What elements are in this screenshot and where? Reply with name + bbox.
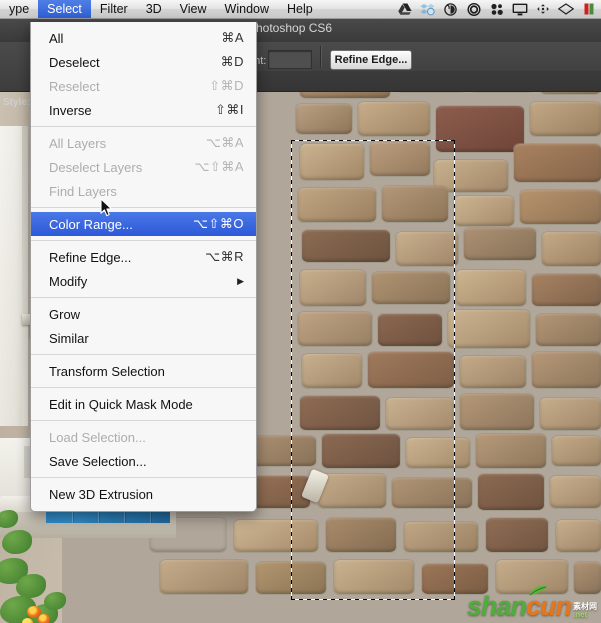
menu-item-label: Refine Edge... — [49, 250, 191, 265]
menu-item-find-layers: Find Layers — [31, 179, 256, 203]
dropbox-icon[interactable] — [419, 2, 436, 16]
toolbar-divider — [320, 46, 321, 68]
menu-item-all-layers: All Layers ⌥⌘A — [31, 131, 256, 155]
feather-input[interactable] — [268, 50, 312, 69]
menu-separator — [31, 387, 256, 388]
menu-view[interactable]: View — [171, 0, 216, 18]
menu-item-similar[interactable]: Similar — [31, 326, 256, 350]
orange-flower-2 — [38, 614, 50, 623]
menu-item-shortcut: ⌥⇧⌘O — [193, 216, 244, 232]
menu-3d[interactable]: 3D — [137, 0, 171, 18]
menu-bar-status-icons — [396, 2, 601, 16]
menu-item-shortcut: ⌥⌘A — [206, 135, 244, 151]
menu-item-label: Edit in Quick Mask Mode — [49, 397, 230, 412]
window-frame-edge — [22, 126, 28, 426]
menu-item-shortcut: ⌥⌘R — [205, 249, 244, 265]
watermark-domain: .net — [573, 611, 587, 619]
menu-item-new-3d-extrusion[interactable]: New 3D Extrusion — [31, 482, 256, 506]
menu-item-shortcut: ⇧⌘D — [209, 78, 244, 94]
menu-separator — [31, 420, 256, 421]
menu-filter[interactable]: Filter — [91, 0, 137, 18]
menu-item-label: Deselect Layers — [49, 160, 180, 175]
watermark-leaf-icon — [527, 585, 549, 597]
menu-item-load-selection: Load Selection... — [31, 425, 256, 449]
menu-item-label: Transform Selection — [49, 364, 230, 379]
menu-separator — [31, 126, 256, 127]
menu-item-label: Load Selection... — [49, 430, 230, 445]
menu-select[interactable]: Select — [38, 0, 91, 18]
menu-item-refine-edge[interactable]: Refine Edge... ⌥⌘R — [31, 245, 256, 269]
menu-separator — [31, 297, 256, 298]
menu-separator — [31, 240, 256, 241]
menu-item-transform-selection[interactable]: Transform Selection — [31, 359, 256, 383]
menu-item-label: Inverse — [49, 103, 201, 118]
menu-item-quick-mask-mode[interactable]: Edit in Quick Mask Mode — [31, 392, 256, 416]
menu-help[interactable]: Help — [278, 0, 322, 18]
dots-grid-icon[interactable] — [488, 2, 505, 16]
mac-menu-bar: ype Select Filter 3D View Window Help — [0, 0, 601, 19]
menu-type[interactable]: ype — [0, 0, 38, 18]
menu-item-shortcut: ⌘A — [221, 30, 244, 46]
screenshot-root: Photoshop CS6 Style: ght: Refine Edge...… — [0, 0, 601, 623]
menu-item-color-range[interactable]: Color Range... ⌥⇧⌘O — [31, 212, 256, 236]
menu-item-all[interactable]: All ⌘A — [31, 26, 256, 50]
menu-item-inverse[interactable]: Inverse ⇧⌘I — [31, 98, 256, 122]
menu-item-deselect[interactable]: Deselect ⌘D — [31, 50, 256, 74]
menu-item-label: Color Range... — [49, 217, 179, 232]
menu-item-label: New 3D Extrusion — [49, 487, 230, 502]
yellow-flower — [22, 618, 33, 623]
move-arrows-icon[interactable] — [534, 2, 551, 16]
submenu-arrow-icon: ▶ — [237, 276, 244, 287]
bartender-icon[interactable] — [442, 2, 459, 16]
display-icon[interactable] — [511, 2, 528, 16]
refine-edge-button[interactable]: Refine Edge... — [330, 50, 412, 70]
menu-item-label: Similar — [49, 331, 230, 346]
menu-item-label: Save Selection... — [49, 454, 230, 469]
menu-item-label: Find Layers — [49, 184, 230, 199]
watermark-suffix: 素材网 .net — [573, 603, 597, 619]
menu-item-deselect-layers: Deselect Layers ⌥⇧⌘A — [31, 155, 256, 179]
menu-item-label: Reselect — [49, 79, 195, 94]
app-title: Photoshop CS6 — [248, 21, 332, 35]
menu-item-modify[interactable]: Modify ▶ — [31, 269, 256, 293]
wifi-icon[interactable] — [557, 2, 574, 16]
menu-item-label: Deselect — [49, 55, 207, 70]
watermark-part1: shan — [467, 593, 526, 619]
style-label: Style: — [3, 97, 30, 108]
menu-item-label: All — [49, 31, 207, 46]
menu-separator — [31, 354, 256, 355]
menu-item-label: All Layers — [49, 136, 192, 151]
menu-item-grow[interactable]: Grow — [31, 302, 256, 326]
menu-separator — [31, 207, 256, 208]
menu-item-shortcut: ⇧⌘I — [215, 102, 244, 118]
select-menu-dropdown[interactable]: All ⌘A Deselect ⌘D Reselect ⇧⌘D Inverse … — [30, 22, 257, 512]
battery-icon[interactable] — [580, 2, 597, 16]
tool-options-column: Style: — [0, 42, 31, 91]
menu-item-shortcut: ⌥⇧⌘A — [194, 159, 244, 175]
menu-window[interactable]: Window — [216, 0, 278, 18]
menu-item-save-selection[interactable]: Save Selection... — [31, 449, 256, 473]
menu-item-label: Grow — [49, 307, 230, 322]
google-drive-icon[interactable] — [396, 2, 413, 16]
menu-separator — [31, 477, 256, 478]
creative-cloud-icon[interactable] — [465, 2, 482, 16]
menu-item-label: Modify — [49, 274, 223, 289]
menu-item-shortcut: ⌘D — [221, 54, 244, 70]
mouse-cursor — [100, 198, 113, 217]
menu-item-reselect: Reselect ⇧⌘D — [31, 74, 256, 98]
